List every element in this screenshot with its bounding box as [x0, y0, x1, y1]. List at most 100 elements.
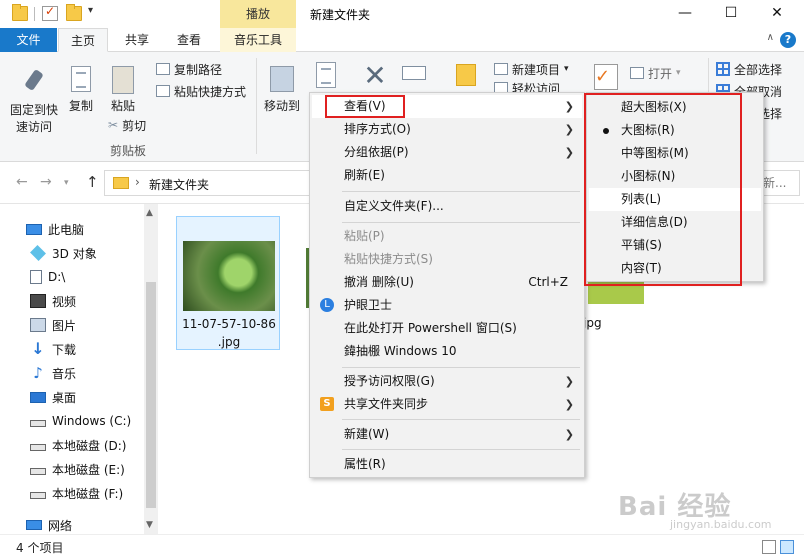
nav-item-videos[interactable]: 视频: [30, 290, 76, 312]
menu-item-label: 自定义文件夹(F)...: [344, 199, 444, 213]
nav-scrollbar[interactable]: ▲ ▼: [144, 204, 158, 534]
delete-icon[interactable]: ✕: [362, 62, 388, 90]
tab-share[interactable]: 共享: [114, 28, 160, 52]
menu-item-grant-access[interactable]: 授予访问权限(G) ❯: [312, 370, 582, 393]
file-item[interactable]: 11-07-57-10-86 .jpg: [176, 216, 280, 350]
eye-guard-icon: L: [320, 298, 334, 312]
properties-icon[interactable]: [42, 4, 58, 21]
move-to-button[interactable]: 移动到: [262, 66, 302, 115]
menu-item-label: 撤消 删除(U): [344, 275, 414, 289]
open-button[interactable]: 打开 ▾: [630, 64, 681, 82]
tab-music-tools[interactable]: 音乐工具: [220, 28, 296, 52]
item-count: 4 个项目: [16, 541, 64, 555]
breadcrumb-chevron-icon[interactable]: ›: [135, 175, 140, 189]
nav-item-local-disk-e[interactable]: 本地磁盘 (E:): [30, 458, 125, 480]
menu-item-new[interactable]: 新建(W) ❯: [312, 423, 582, 446]
menu-item-label: 在此处打开 Powershell 窗口(S): [344, 321, 517, 335]
select-all-button[interactable]: 全部选择: [716, 60, 782, 78]
image-thumbnail: [183, 241, 275, 311]
rename-icon[interactable]: [402, 66, 428, 94]
ribbon-tab-bar: 文件 主页 共享 查看 音乐工具 ∧ ?: [0, 28, 804, 52]
copy-button[interactable]: 复制: [66, 66, 96, 115]
context-tab-play[interactable]: 播放: [220, 0, 296, 28]
scroll-up-icon[interactable]: ▲: [146, 208, 153, 218]
paste-shortcut-button[interactable]: 粘贴快捷方式: [156, 82, 246, 100]
menu-item-label: 分组依据(P): [344, 145, 409, 159]
nav-item-downloads[interactable]: ↓ 下载: [30, 338, 76, 360]
chevron-right-icon: ❯: [564, 100, 574, 113]
clipboard-icon: [110, 66, 136, 94]
folder-icon[interactable]: [12, 4, 28, 21]
menu-item-refresh[interactable]: 刷新(E): [312, 164, 582, 187]
minimize-button[interactable]: —: [662, 0, 708, 28]
copy-path-button[interactable]: 复制路径: [156, 60, 222, 78]
scrollbar-thumb[interactable]: [146, 282, 156, 508]
menu-item-eye-guard[interactable]: L 护眼卫士: [312, 294, 582, 317]
drive-icon: [30, 443, 46, 451]
quick-access-dropdown[interactable]: ▾: [88, 5, 93, 16]
nav-item-pictures[interactable]: 图片: [30, 314, 76, 336]
search-input[interactable]: 新...: [760, 170, 800, 196]
nav-item-label: 本地磁盘 (E:): [52, 462, 125, 477]
menu-item-properties[interactable]: 属性(R): [312, 453, 582, 476]
forward-arrow-icon[interactable]: →: [40, 174, 52, 190]
new-folder-icon[interactable]: [66, 4, 82, 21]
nav-item-3d-objects[interactable]: 3D 对象: [30, 242, 97, 264]
select-all-icon: [716, 62, 730, 76]
nav-item-network[interactable]: 网络: [26, 514, 72, 536]
menu-item-undo-delete[interactable]: 撤消 删除(U) Ctrl+Z: [312, 271, 582, 294]
nav-item-label: 图片: [52, 318, 77, 333]
maximize-button[interactable]: ☐: [708, 0, 754, 28]
menu-item-label: 属性(R): [344, 457, 386, 471]
large-icons-view-icon[interactable]: [780, 540, 794, 554]
up-arrow-icon[interactable]: ↑: [86, 173, 99, 191]
nav-item-d-drive[interactable]: D:\: [30, 266, 65, 288]
close-button[interactable]: ✕: [754, 0, 800, 28]
new-folder-icon[interactable]: [456, 64, 482, 92]
nav-item-windows-c[interactable]: Windows (C:): [30, 410, 131, 432]
menu-divider: [342, 367, 580, 368]
menu-item-close-windows-10[interactable]: 鍏抽棴 Windows 10: [312, 340, 582, 363]
back-arrow-icon[interactable]: ←: [16, 174, 28, 190]
nav-item-local-disk-d[interactable]: 本地磁盘 (D:): [30, 434, 126, 456]
new-item-button[interactable]: 新建项目 ▾: [494, 60, 569, 78]
paste-shortcut-label: 粘贴快捷方式: [174, 84, 247, 99]
tab-home[interactable]: 主页: [58, 28, 108, 52]
menu-item-open-powershell[interactable]: 在此处打开 Powershell 窗口(S): [312, 317, 582, 340]
menu-item-group-by[interactable]: 分组依据(P) ❯: [312, 141, 582, 164]
menu-item-paste: 粘贴(P): [312, 225, 582, 248]
copy-icon: [68, 66, 94, 94]
properties-icon[interactable]: ✓: [594, 64, 620, 92]
menu-divider: [342, 222, 580, 223]
copy-to-icon[interactable]: [316, 62, 342, 90]
paste-button[interactable]: 粘贴: [106, 66, 140, 115]
video-icon: [30, 294, 46, 308]
menu-item-share-folder-sync[interactable]: S 共享文件夹同步 ❯: [312, 393, 582, 416]
cut-button[interactable]: ✂ 剪切: [108, 116, 146, 134]
breadcrumb[interactable]: 新建文件夹: [149, 176, 209, 193]
nav-item-desktop[interactable]: 桌面: [30, 386, 76, 408]
menu-item-customize-folder[interactable]: 自定义文件夹(F)...: [312, 195, 582, 218]
nav-item-music[interactable]: ♪ 音乐: [30, 362, 76, 384]
menu-item-sort-by[interactable]: 排序方式(O) ❯: [312, 118, 582, 141]
scroll-down-icon[interactable]: ▼: [146, 520, 153, 530]
navigation-pane: 此电脑 3D 对象 D:\ 视频 图片 ↓ 下载 ♪ 音乐 桌面 Windows…: [0, 204, 160, 534]
recent-locations-chevron-icon[interactable]: ▾: [64, 178, 69, 188]
details-view-icon[interactable]: [762, 540, 776, 554]
drive-icon: [30, 491, 46, 499]
tab-file[interactable]: 文件: [0, 28, 57, 52]
nav-item-local-disk-f[interactable]: 本地磁盘 (F:): [30, 482, 123, 504]
music-icon: ♪: [33, 364, 43, 382]
nav-item-label: 视频: [52, 294, 77, 309]
menu-item-label: 护眼卫士: [344, 298, 393, 312]
drive-icon: [30, 419, 46, 427]
chevron-right-icon: ❯: [564, 123, 574, 136]
nav-item-this-pc[interactable]: 此电脑: [26, 218, 84, 240]
pin-quick-access-button[interactable]: 固定到快 速访问: [6, 66, 62, 136]
chevron-down-icon: ▾: [676, 68, 681, 78]
collapse-ribbon-icon[interactable]: ∧: [767, 32, 774, 43]
open-label: 打开: [648, 66, 673, 81]
copy-path-icon: [156, 63, 170, 75]
tab-view[interactable]: 查看: [166, 28, 212, 52]
help-icon[interactable]: ?: [780, 32, 796, 48]
